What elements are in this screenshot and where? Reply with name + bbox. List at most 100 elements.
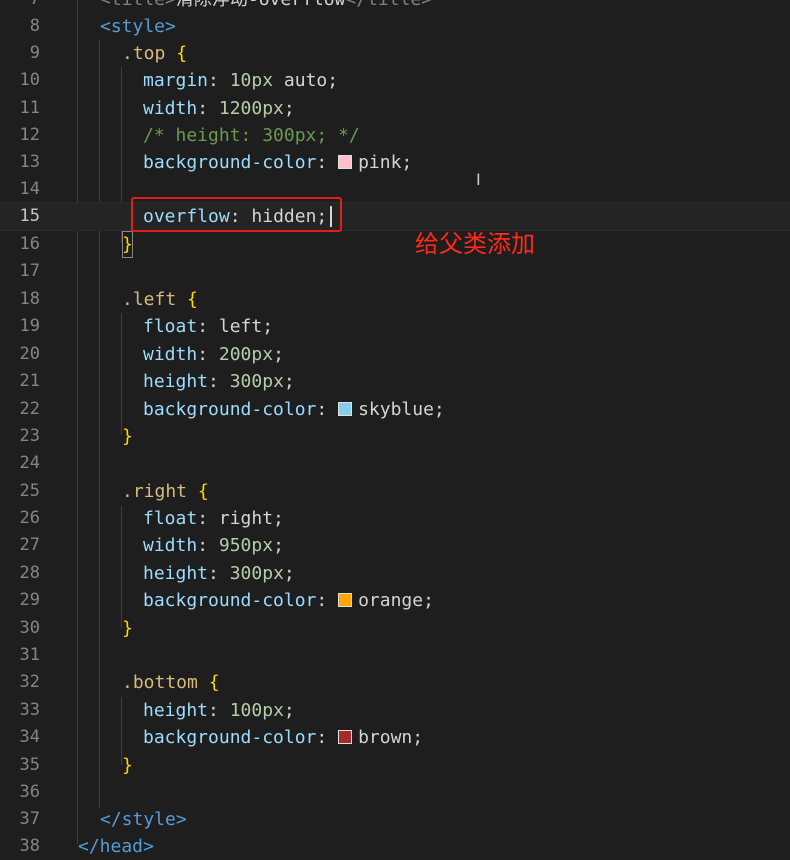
code-line[interactable]: 19 float: left; [0, 313, 790, 340]
code-line[interactable]: 20 width: 200px; [0, 341, 790, 368]
title-open-tag: <title> [100, 0, 176, 10]
code-text: height: 300px; [143, 563, 295, 584]
code-text: float: right; [143, 508, 284, 529]
code-line[interactable]: 14 [0, 176, 790, 203]
line-number: 14 [19, 179, 40, 199]
line-number: 24 [19, 453, 40, 473]
css-property: width [143, 98, 198, 119]
line-number: 17 [19, 261, 40, 281]
code-line[interactable]: 17 [0, 258, 790, 285]
code-line[interactable]: 25 .right { [0, 478, 790, 505]
code-line[interactable]: 24 [0, 450, 790, 477]
code-line[interactable]: 22 background-color: skyblue; [0, 396, 790, 423]
line-number: 32 [19, 672, 40, 692]
css-property: background-color [143, 590, 317, 611]
color-swatch-skyblue[interactable] [338, 402, 353, 416]
line-number: 8 [29, 16, 40, 36]
line-number: 34 [19, 727, 40, 747]
css-property: width [143, 344, 198, 365]
css-value: ; [273, 535, 284, 556]
text-caret [330, 206, 332, 227]
ibeam-cursor-icon: I [476, 170, 481, 189]
code-line[interactable]: 38 </head> [0, 833, 790, 860]
code-line[interactable]: 33 height: 100px; [0, 697, 790, 724]
code-line[interactable]: 21 height: 300px; [0, 368, 790, 395]
css-value: skyblue; [358, 399, 445, 420]
css-number: 1200px [218, 98, 284, 119]
code-line[interactable]: 8 <style> [0, 13, 790, 40]
close-brace: } [122, 618, 133, 639]
css-selector: .top [122, 43, 166, 64]
code-line[interactable]: 32 .bottom { [0, 669, 790, 696]
code-text: background-color: pink; [143, 152, 413, 173]
code-text: width: 200px; [143, 344, 284, 365]
code-line[interactable]: 36 [0, 779, 790, 806]
code-line[interactable]: 35 } [0, 752, 790, 779]
line-number: 15 [19, 206, 40, 226]
color-swatch-brown[interactable] [338, 730, 353, 744]
css-comment: /* height: 300px; */ [143, 125, 360, 146]
code-line[interactable]: 10 margin: 10px auto; [0, 67, 790, 94]
css-number: 300px [229, 563, 284, 584]
css-value: auto; [273, 70, 339, 91]
css-property: float [143, 508, 198, 529]
css-property: width [143, 535, 198, 556]
css-number: 100px [229, 700, 284, 721]
code-line[interactable]: 34 background-color: brown; [0, 724, 790, 751]
css-value: ; [273, 344, 284, 365]
open-brace: { [187, 289, 198, 310]
close-brace-matched: } [122, 231, 133, 258]
line-number: 19 [19, 316, 40, 336]
code-line[interactable]: 28 height: 300px; [0, 560, 790, 587]
code-line[interactable]: 37 </style> [0, 806, 790, 833]
line-number: 38 [19, 836, 40, 856]
open-brace: { [208, 672, 220, 693]
code-line[interactable]: 29 background-color: orange; [0, 587, 790, 614]
css-property: background-color [143, 152, 317, 173]
css-property: background-color [143, 727, 317, 748]
code-line[interactable]: 27 width: 950px; [0, 532, 790, 559]
line-number: 27 [19, 535, 40, 555]
code-editor[interactable]: 7 <title>清除浮动-overflow</title> 8 <style>… [0, 0, 790, 857]
open-brace: { [197, 481, 209, 502]
css-value: brown; [358, 727, 424, 748]
code-line[interactable]: 7 <title>清除浮动-overflow</title> [0, 0, 790, 13]
code-line[interactable]: 9 .top { [0, 40, 790, 67]
css-value: right; [218, 508, 284, 529]
css-number: 10px [229, 70, 274, 91]
line-number: 33 [19, 700, 40, 720]
code-text: margin: 10px auto; [143, 70, 339, 91]
line-number: 20 [19, 344, 40, 364]
css-value: ; [283, 371, 295, 392]
color-swatch-orange[interactable] [338, 593, 353, 607]
line-number: 22 [19, 399, 40, 419]
line-number: 36 [19, 782, 40, 802]
line-number: 29 [19, 590, 40, 610]
annotation-label: 给父类添加 [415, 230, 535, 258]
line-number: 10 [19, 70, 40, 90]
code-line[interactable]: 11 width: 1200px; [0, 95, 790, 122]
code-text: width: 950px; [143, 535, 284, 556]
code-line[interactable]: 16 } [0, 231, 790, 258]
close-brace: } [122, 426, 133, 447]
css-value: left; [218, 316, 274, 337]
code-text: background-color: brown; [143, 727, 424, 748]
code-line-current[interactable]: 15 overflow: hidden; [0, 202, 790, 231]
code-text: .left { [122, 286, 198, 313]
highlight-box [131, 197, 342, 232]
css-property: height [143, 563, 209, 584]
code-line[interactable]: 13 background-color: pink; [0, 149, 790, 176]
code-line[interactable]: 18 .left { [0, 286, 790, 313]
line-number: 21 [19, 371, 40, 391]
code-text: background-color: orange; [143, 590, 434, 611]
line-number: 11 [19, 98, 40, 118]
css-value: pink; [358, 152, 413, 173]
code-line[interactable]: 23 } [0, 423, 790, 450]
code-text: <style> [100, 16, 176, 37]
code-line[interactable]: 12 /* height: 300px; */ [0, 122, 790, 149]
line-number: 18 [19, 289, 40, 309]
code-line[interactable]: 30 } [0, 615, 790, 642]
code-line[interactable]: 26 float: right; [0, 505, 790, 532]
code-line[interactable]: 31 [0, 642, 790, 669]
color-swatch-pink[interactable] [338, 155, 353, 169]
